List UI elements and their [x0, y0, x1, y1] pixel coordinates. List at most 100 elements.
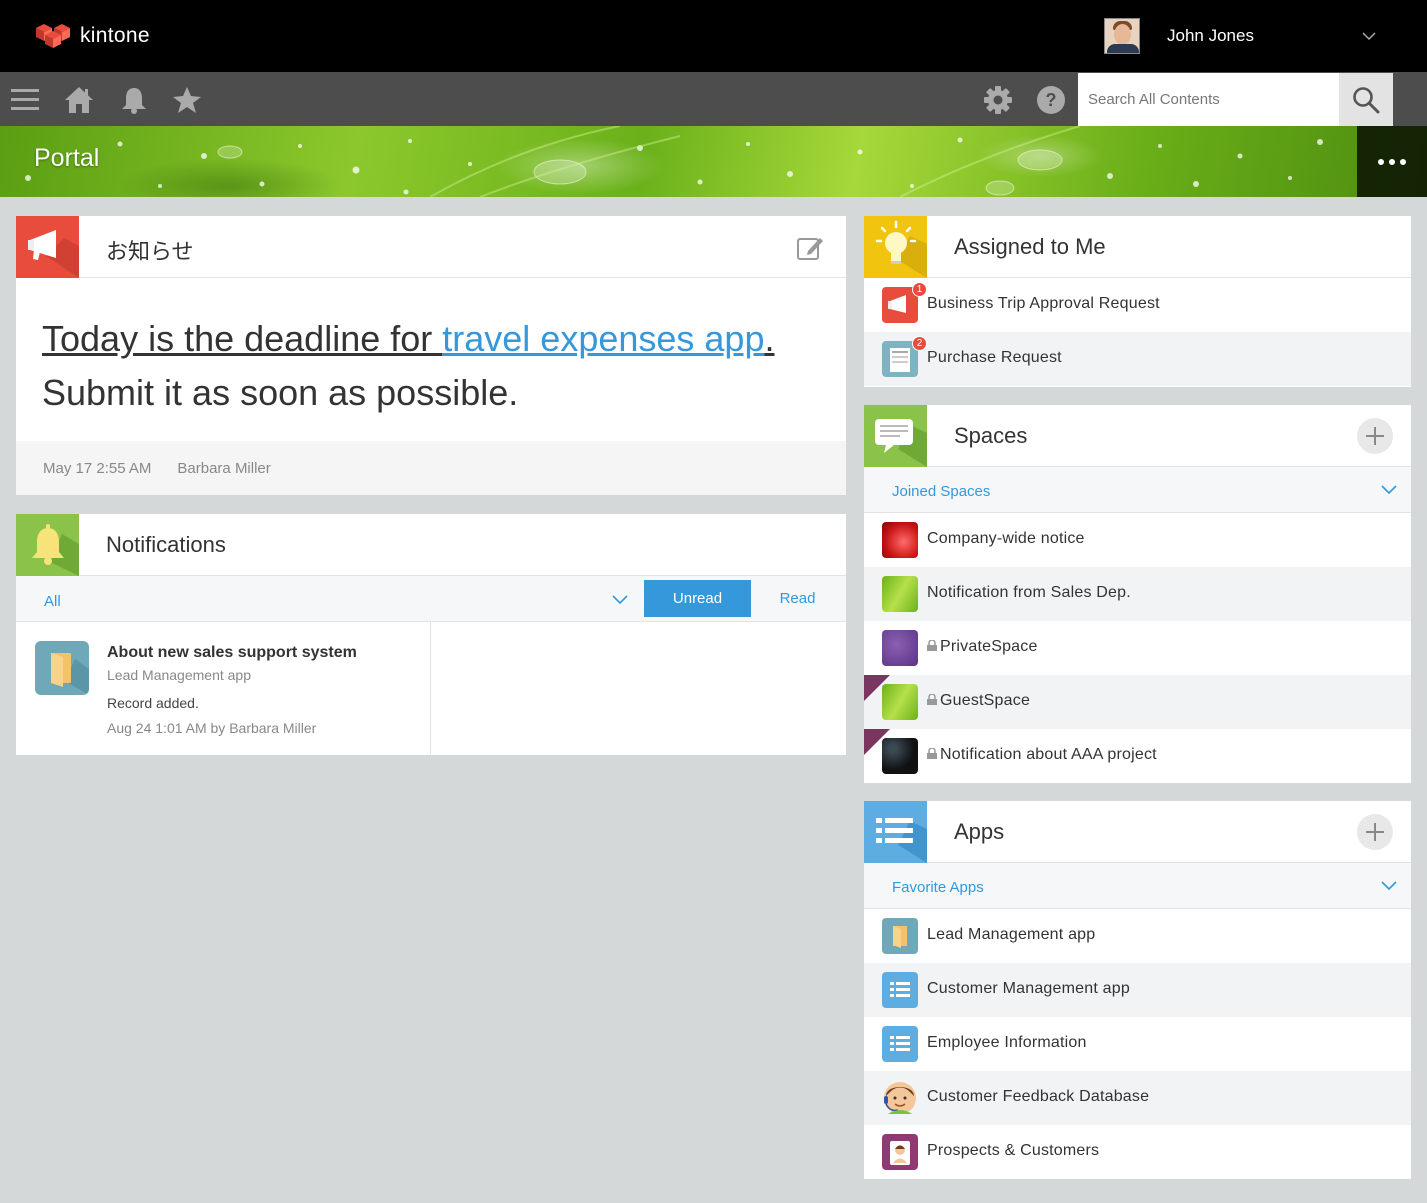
space-item-name: GuestSpace [940, 692, 1031, 709]
assigned-item-label: Purchase Request [927, 349, 1062, 366]
announcement-panel: お知らせ Today is the deadline for travel ex… [16, 216, 846, 495]
operator-icon [882, 1080, 918, 1116]
space-item-label: Notification from Sales Dep. [927, 584, 1131, 601]
space-item[interactable]: Notification from Sales Dep. [864, 567, 1411, 621]
svg-text:?: ? [1046, 90, 1057, 110]
notification-list: About new sales support system Lead Mana… [16, 622, 846, 754]
person-card-icon [882, 1134, 918, 1170]
lock-icon [927, 748, 937, 759]
apps-panel: Apps Favorite Apps Lead Management app C… [864, 801, 1411, 1179]
list-icon [882, 1026, 918, 1062]
menu-icon[interactable] [10, 85, 40, 115]
count-badge: 1 [912, 282, 927, 297]
spaces-title: Spaces [954, 423, 1028, 448]
announcement-footer: May 17 2:55 AM Barbara Miller [16, 441, 846, 495]
star-icon[interactable] [172, 85, 202, 115]
space-item-name: Notification about AAA project [940, 746, 1157, 763]
bell-icon [16, 514, 79, 576]
announcement-title: お知らせ [106, 239, 194, 264]
count-badge: 2 [912, 336, 927, 351]
tab-read[interactable]: Read [751, 580, 844, 617]
app-item[interactable]: Prospects & Customers [864, 1125, 1411, 1179]
edit-icon[interactable] [796, 234, 824, 262]
green-leaf-icon [882, 684, 918, 720]
megaphone-icon [16, 216, 79, 278]
chevron-down-icon [1381, 485, 1397, 495]
assigned-panel: Assigned to Me 1 Business Trip Approval … [864, 216, 1411, 387]
space-item-label: Notification about AAA project [927, 746, 1157, 764]
user-name: John Jones [1167, 26, 1254, 45]
more-dot-icon [1378, 158, 1384, 165]
app-item[interactable]: Customer Management app [864, 963, 1411, 1017]
kintone-logo[interactable]: kintone [34, 22, 150, 50]
chevron-down-icon[interactable] [612, 591, 628, 607]
assigned-header: Assigned to Me [864, 216, 1411, 278]
home-icon[interactable] [64, 85, 94, 115]
travel-expenses-link[interactable]: travel expenses app [442, 318, 764, 359]
green-leaf-icon [882, 576, 918, 612]
notification-filter-select[interactable]: All [44, 593, 61, 610]
announcement-date: May 17 2:55 AM [43, 460, 152, 477]
list-icon [882, 972, 918, 1008]
space-item[interactable]: Company-wide notice [864, 513, 1411, 567]
chevron-down-icon [1381, 881, 1397, 891]
space-item[interactable]: Notification about AAA project [864, 729, 1411, 783]
add-space-button[interactable] [1357, 418, 1393, 454]
app-item[interactable]: Employee Information [864, 1017, 1411, 1071]
search-button[interactable] [1339, 73, 1393, 126]
search-input[interactable] [1078, 73, 1339, 126]
top-bar: kintone John Jones [0, 0, 1427, 72]
chevron-down-icon [1362, 32, 1376, 41]
apps-filter-bar[interactable]: Favorite Apps [864, 863, 1411, 909]
space-item[interactable]: GuestSpace [864, 675, 1411, 729]
app-item[interactable]: Customer Feedback Database [864, 1071, 1411, 1125]
app-item-label: Customer Management app [927, 980, 1130, 997]
space-item-label: Company-wide notice [927, 530, 1085, 547]
notification-meta: Aug 24 1:01 AM by Barbara Miller [107, 720, 317, 736]
assigned-title: Assigned to Me [954, 234, 1106, 259]
announcement-line2-text: Submit it as soon as possible. [42, 372, 519, 413]
bell-icon[interactable] [119, 85, 149, 115]
page-title: Portal [34, 144, 100, 172]
portal-banner: Portal [0, 126, 1427, 197]
announcement-header: お知らせ [16, 216, 846, 278]
space-item-label: GuestSpace [927, 692, 1030, 710]
apps-filter-label: Favorite Apps [892, 879, 984, 896]
app-item-label: Lead Management app [927, 926, 1096, 943]
water-drops-decoration [25, 126, 1323, 197]
notifications-title: Notifications [106, 532, 226, 557]
spaces-filter-label: Joined Spaces [892, 483, 991, 500]
kintone-logo-icon [36, 24, 70, 48]
chat-bubble-icon [864, 405, 927, 467]
app-item-label: Employee Information [927, 1034, 1087, 1051]
notifications-panel: Notifications All Unread Read About new … [16, 514, 846, 755]
avatar [1104, 18, 1140, 54]
app-item[interactable]: Lead Management app [864, 909, 1411, 963]
lightbulb-icon [864, 216, 927, 278]
lock-icon [927, 640, 937, 651]
assigned-item[interactable]: 1 Business Trip Approval Request [864, 278, 1411, 332]
lock-icon [927, 694, 937, 705]
plus-icon [1366, 823, 1384, 841]
more-options-button[interactable] [1357, 126, 1427, 197]
spaces-panel: Spaces Joined Spaces Company-wide notice… [864, 405, 1411, 783]
spaces-header: Spaces [864, 405, 1411, 467]
space-item[interactable]: PrivateSpace [864, 621, 1411, 675]
announcement-body: Today is the deadline for travel expense… [16, 278, 846, 441]
help-icon[interactable]: ? [1036, 85, 1066, 115]
spaces-filter-bar[interactable]: Joined Spaces [864, 467, 1411, 513]
user-menu[interactable]: John Jones [1104, 18, 1394, 54]
tab-unread[interactable]: Unread [644, 580, 751, 617]
folder-icon [35, 641, 89, 695]
add-app-button[interactable] [1357, 814, 1393, 850]
announcement-line1-suffix: . [764, 318, 775, 359]
announcement-author[interactable]: Barbara Miller [177, 460, 270, 477]
notifications-header: Notifications [16, 514, 846, 576]
notification-title[interactable]: About new sales support system [107, 644, 357, 662]
more-dot-icon [1389, 158, 1395, 165]
gear-icon[interactable] [983, 85, 1013, 115]
notification-item[interactable]: About new sales support system Lead Mana… [16, 622, 431, 754]
search-icon [1353, 86, 1380, 113]
assigned-item[interactable]: 2 Purchase Request [864, 332, 1411, 386]
assigned-item-label: Business Trip Approval Request [927, 295, 1160, 312]
